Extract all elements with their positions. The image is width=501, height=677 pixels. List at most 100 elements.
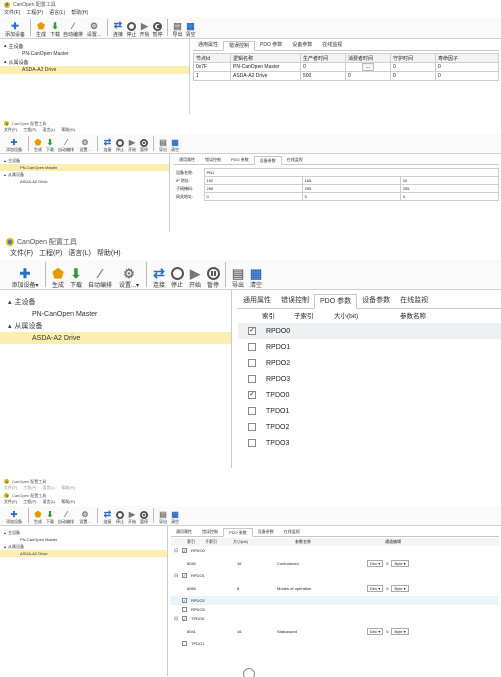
pdo-checkbox[interactable]: ✓ <box>248 391 256 399</box>
download-button[interactable]: ⬇ 下载 <box>67 267 85 289</box>
pdo-checkbox[interactable] <box>248 359 256 367</box>
tree-item-master[interactable]: PN-CanOpen Master <box>0 308 231 320</box>
stop-button[interactable]: 停止 <box>125 22 138 38</box>
pause-button[interactable]: 暂停 <box>204 267 222 289</box>
connect-button[interactable]: ⇄ 连接 <box>101 510 114 525</box>
menu-file[interactable]: 文件(F) <box>4 9 20 17</box>
tab-device-params[interactable]: 设备参数 <box>253 528 279 536</box>
tab-device-params[interactable]: 设备参数 <box>287 41 317 50</box>
tab-error-control[interactable]: 错误控制 <box>223 41 256 51</box>
table-cell[interactable]: 0 <box>435 62 499 72</box>
pdo-list-item[interactable]: TPDO2 <box>238 419 501 435</box>
ellipsis-button[interactable]: ... <box>361 63 375 71</box>
menu-project[interactable]: 工程(P) <box>23 127 36 134</box>
gateway-octet-field[interactable]: 0 <box>301 192 401 201</box>
connect-button[interactable]: ⇄ 连接 <box>150 266 168 289</box>
start-button[interactable]: ▶ 开始 <box>126 139 138 153</box>
add-device-button[interactable]: ✚ 添加设备▾ <box>8 267 42 289</box>
clear-button[interactable]: ▦ 清空 <box>247 267 265 289</box>
settings-button[interactable]: ⚙ 设置...▾ <box>115 267 143 289</box>
menu-file[interactable]: 文件(F) <box>4 499 17 506</box>
pdo-param-row[interactable]: 6060 8 Modes of operation Dec ▾ 0 Byte ▾ <box>171 580 499 596</box>
pdo-param-row[interactable]: 6041 16 Statusword Dec ▾ 0 Byte ▾ <box>171 623 499 639</box>
clear-button[interactable]: ▦ 清空 <box>169 511 181 525</box>
start-button[interactable]: ▶ 开始 <box>138 22 151 39</box>
menu-file[interactable]: 文件(F) <box>10 248 33 260</box>
table-cell[interactable]: 0 <box>390 71 436 81</box>
channel-value[interactable]: 0 <box>385 586 389 591</box>
table-cell[interactable]: 0 <box>435 71 499 81</box>
tab-online-monitor[interactable]: 在线监视 <box>395 294 433 308</box>
export-button[interactable]: ▤ 导出 <box>157 139 169 153</box>
tab-online-monitor[interactable]: 在线监视 <box>282 156 308 164</box>
tree-item-master[interactable]: PN-CanOpen Master <box>0 50 189 58</box>
settings-button[interactable]: ⚙ 设置... <box>84 22 104 39</box>
pdo-group-row[interactable]: ✓ RPDO2 <box>171 596 499 605</box>
pdo-checkbox[interactable]: ✓ <box>248 327 256 335</box>
pdo-checkbox[interactable]: ✓ <box>182 548 187 553</box>
pdo-checkbox[interactable] <box>248 439 256 447</box>
collapse-toggle-icon[interactable]: ⊟ <box>174 548 180 554</box>
pdo-param-row[interactable]: 6040 16 Controlword Dec ▾ 0 Byte ▾ <box>171 555 499 571</box>
menu-help[interactable]: 帮助(H) <box>71 9 88 17</box>
add-device-button[interactable]: ✚ 添加设备 <box>3 22 27 39</box>
device-name-field[interactable]: PN1 <box>203 168 499 177</box>
channel-value[interactable]: 0 <box>385 629 389 634</box>
auto-map-button[interactable]: ⁄ 自动编排 <box>56 139 76 153</box>
subnet-octet-field[interactable]: 255 <box>301 184 401 193</box>
add-device-button[interactable]: ✚ 添加设备 <box>3 511 25 525</box>
pdo-checkbox[interactable] <box>248 407 256 415</box>
menu-language[interactable]: 语言(L) <box>42 127 55 134</box>
pdo-checkbox[interactable]: ✓ <box>182 616 187 621</box>
pdo-checkbox[interactable] <box>248 423 256 431</box>
pdo-list-item[interactable]: RPDO1 <box>238 339 501 355</box>
tab-pdo[interactable]: PDO 参数 <box>255 41 287 50</box>
ip-octet-field[interactable]: 192 <box>203 176 303 185</box>
collapse-toggle-icon[interactable]: ⊟ <box>174 616 180 622</box>
table-row[interactable]: 1 ASDA-A2 Drive 500 0 0 0 <box>193 71 499 81</box>
table-row[interactable]: 0x7F PN-CanOpen Master 0 ... 0 0 <box>193 62 499 72</box>
pdo-list-item[interactable]: TPDO1 <box>238 403 501 419</box>
pdo-list-item[interactable]: RPDO3 <box>238 371 501 387</box>
tree-node-master[interactable]: ▴ 主设备 <box>0 157 169 164</box>
pdo-group-row[interactable]: ⊟ ✓ RPDO1 <box>171 571 499 580</box>
tab-general[interactable]: 通用属性 <box>238 294 276 308</box>
menu-project[interactable]: 工程(P) <box>23 499 36 506</box>
gateway-octet-field[interactable]: 0 <box>203 192 303 201</box>
pdo-checkbox[interactable] <box>248 343 256 351</box>
tree-item-master[interactable]: PN-CanOpen Master <box>0 164 169 171</box>
tab-device-params[interactable]: 设备参数 <box>357 294 395 308</box>
unit-dropdown[interactable]: Byte ▾ <box>391 584 409 592</box>
start-button[interactable]: ▶ 开始 <box>126 511 138 525</box>
menu-project[interactable]: 工程(P) <box>26 9 43 17</box>
pdo-list-item[interactable]: ✓ TPDO0 <box>238 387 501 403</box>
tab-error-control[interactable]: 错误控制 <box>276 294 314 308</box>
settings-button[interactable]: ⚙ 设置... <box>76 511 94 525</box>
pause-button[interactable]: 暂停 <box>138 139 150 153</box>
export-button[interactable]: ▤ 导出 <box>171 22 184 39</box>
clear-button[interactable]: ▦ 清空 <box>184 22 197 39</box>
download-button[interactable]: ⬇ 下载 <box>48 22 62 39</box>
tab-pdo[interactable]: PDO 参数 <box>226 156 254 164</box>
table-cell[interactable]: 500 <box>300 71 346 81</box>
auto-map-button[interactable]: ⁄ 自动编排 <box>62 22 84 39</box>
tree-node-slave[interactable]: ▴ 从属设备 <box>0 543 167 550</box>
add-device-button[interactable]: ✚ 添加设备 <box>3 139 25 153</box>
unit-dropdown[interactable]: Byte ▾ <box>391 559 409 567</box>
pause-button[interactable]: 暂停 <box>138 511 150 525</box>
tree-node-master[interactable]: ▴ 主设备 <box>0 42 189 50</box>
channel-value[interactable]: 0 <box>385 561 389 566</box>
ip-octet-field[interactable]: 168 <box>301 176 401 185</box>
tab-pdo[interactable]: PDO 参数 <box>314 294 358 309</box>
export-button[interactable]: ▤ 导出 <box>157 511 169 525</box>
subnet-octet-field[interactable]: 255 <box>399 184 500 193</box>
tree-item-slave[interactable]: ASDA-A2 Drive <box>0 66 189 74</box>
tree-item-slave[interactable]: ASDA-A2 Drive <box>0 332 231 344</box>
auto-map-button[interactable]: ⁄ 自动编排 <box>56 511 76 525</box>
tab-online-monitor[interactable]: 在线监视 <box>317 41 347 50</box>
generate-button[interactable]: ⬟ 生成 <box>49 267 67 289</box>
tree-item-slave[interactable]: ASDA-A2 Drive <box>0 550 167 557</box>
tab-general[interactable]: 通用属性 <box>174 156 200 164</box>
pdo-list-item[interactable]: ✓ RPDO0 <box>238 323 501 339</box>
tab-general[interactable]: 通用属性 <box>193 41 223 50</box>
